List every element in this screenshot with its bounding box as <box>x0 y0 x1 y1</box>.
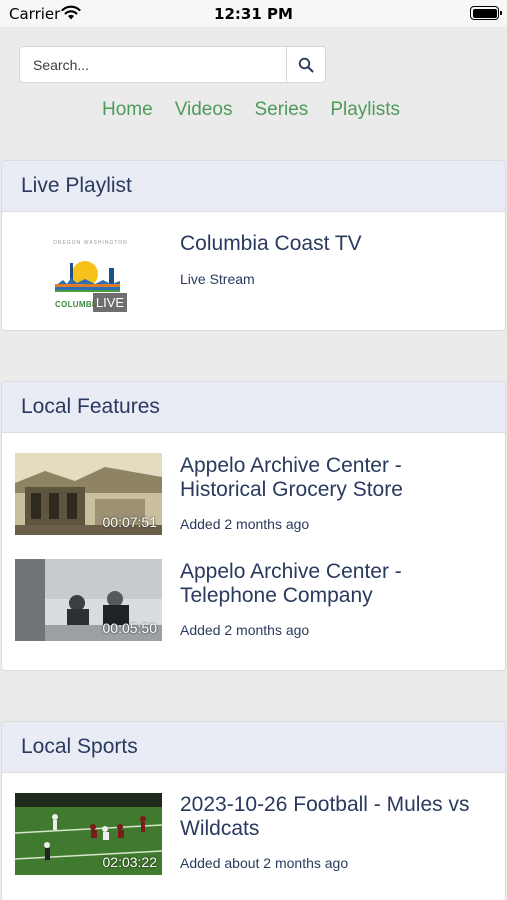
video-subtitle: Added 2 months ago <box>180 622 310 638</box>
local-sports-card: Local Sports 02:03:22 2023-10-26 Footbal… <box>1 721 506 900</box>
nav-playlists[interactable]: Playlists <box>330 99 400 123</box>
nav-home[interactable]: Home <box>102 99 153 123</box>
video-subtitle: Added about 2 months ago <box>180 855 349 871</box>
video-thumbnail[interactable]: OREGON WASHINGTON COLUMBIA LIVE <box>15 228 162 312</box>
video-item-grocery-store[interactable]: 00:07:51 Appelo Archive Center - Histori… <box>2 434 505 540</box>
section-title: Live Playlist <box>2 161 505 212</box>
video-duration: 00:05:50 <box>102 620 158 636</box>
video-item-football[interactable]: 02:03:22 2023-10-26 Football - Mules vs … <box>2 774 505 880</box>
status-time: 12:31 PM <box>214 5 293 23</box>
nav-videos[interactable]: Videos <box>175 99 233 123</box>
status-bar: Carrier 12:31 PM <box>0 0 507 27</box>
battery-icon <box>470 6 502 20</box>
video-thumbnail[interactable]: 00:07:51 <box>15 453 162 535</box>
search-button[interactable] <box>286 47 325 82</box>
search-input[interactable] <box>20 47 286 82</box>
section-title: Local Features <box>2 382 505 433</box>
video-duration: 02:03:22 <box>102 854 158 870</box>
section-title: Local Sports <box>2 722 505 773</box>
video-subtitle: Added 2 months ago <box>180 516 310 532</box>
live-playlist-card: Live Playlist OREGON WASHINGTON COLUMBIA… <box>1 160 506 331</box>
video-title[interactable]: 2023-10-26 Football - Mules vs Wildcats <box>180 793 490 841</box>
video-item-columbia-coast-tv[interactable]: OREGON WASHINGTON COLUMBIA LIVE Columbia… <box>2 213 505 330</box>
local-features-card: Local Features 00:07:51 Appelo Archive C… <box>1 381 506 671</box>
search-bar <box>19 46 326 83</box>
video-thumbnail[interactable]: 02:03:22 <box>15 793 162 875</box>
main-nav: Home Videos Series Playlists <box>102 99 422 123</box>
video-title[interactable]: Columbia Coast TV <box>180 232 490 256</box>
video-subtitle: Live Stream <box>180 271 255 287</box>
live-badge: LIVE <box>93 293 127 312</box>
video-item-telephone-company[interactable]: 00:05:50 Appelo Archive Center - Telepho… <box>2 540 505 650</box>
nav-series[interactable]: Series <box>254 99 308 123</box>
search-icon <box>298 57 314 72</box>
video-thumbnail[interactable]: 00:05:50 <box>15 559 162 641</box>
video-title[interactable]: Appelo Archive Center - Telephone Compan… <box>180 560 490 608</box>
video-title[interactable]: Appelo Archive Center - Historical Groce… <box>180 454 490 502</box>
video-duration: 00:07:51 <box>102 514 158 530</box>
